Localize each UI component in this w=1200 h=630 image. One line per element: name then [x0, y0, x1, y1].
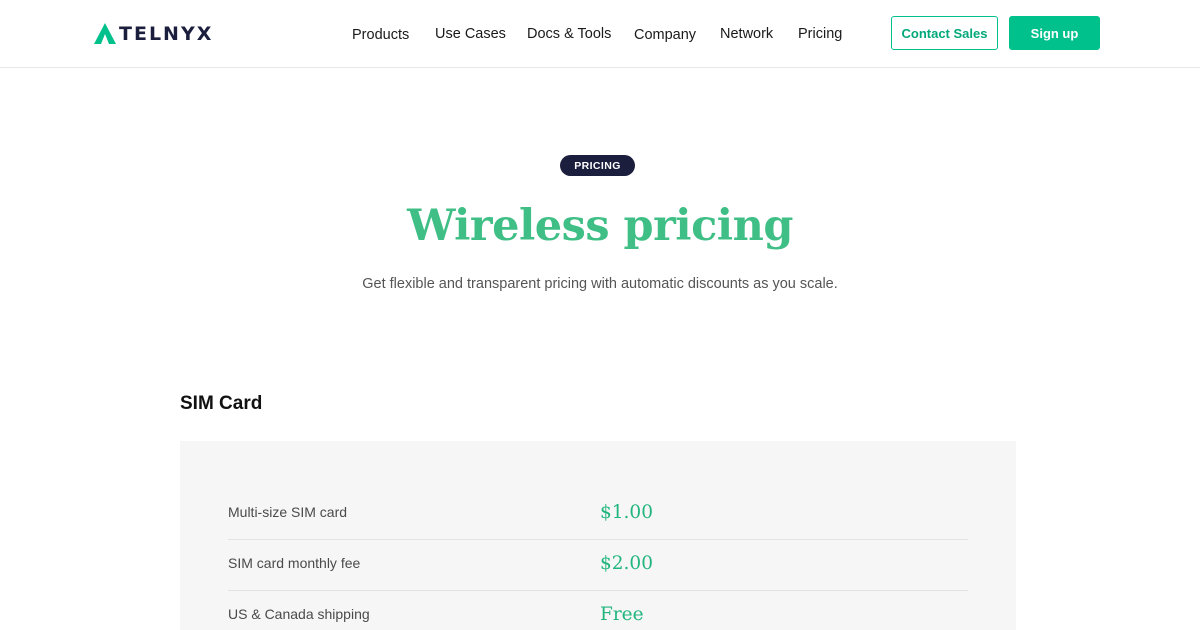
pricing-row-label: Multi-size SIM card	[228, 504, 348, 520]
nav-pricing[interactable]: Pricing	[798, 22, 842, 46]
pricing-row-value: Free	[600, 604, 644, 625]
pricing-row-label: US & Canada shipping	[228, 606, 370, 622]
telnyx-logo-icon	[94, 23, 116, 44]
nav-products[interactable]: Products	[352, 23, 409, 47]
pricing-row: SIM card monthly fee $2.00	[228, 540, 968, 591]
pricing-row-value: $2.00	[600, 553, 653, 574]
page-subtitle: Get flexible and transparent pricing wit…	[362, 276, 838, 292]
nav-network[interactable]: Network	[720, 22, 773, 46]
logo-text: TELNYX	[119, 23, 214, 45]
nav-docs-tools[interactable]: Docs & Tools	[527, 22, 611, 46]
pricing-row-value: $1.00	[600, 502, 653, 523]
nav-use-cases[interactable]: Use Cases	[435, 22, 506, 46]
pricing-row: Multi-size SIM card $1.00	[228, 489, 968, 540]
page-title: Wireless pricing	[407, 201, 793, 251]
telnyx-logo[interactable]: TELNYX	[92, 22, 213, 46]
nav-company[interactable]: Company	[634, 23, 696, 47]
pricing-row: US & Canada shipping Free	[228, 591, 968, 630]
sim-pricing-table: Multi-size SIM card $1.00 SIM card month…	[180, 441, 1016, 630]
sign-up-button[interactable]: Sign up	[1009, 16, 1100, 50]
pricing-row-label: SIM card monthly fee	[228, 555, 361, 571]
sim-card-section-title: SIM Card	[180, 393, 263, 414]
site-header: TELNYX Products Use Cases Docs & Tools C…	[0, 0, 1200, 68]
pricing-badge: PRICING	[560, 155, 635, 176]
contact-sales-button[interactable]: Contact Sales	[891, 16, 998, 50]
